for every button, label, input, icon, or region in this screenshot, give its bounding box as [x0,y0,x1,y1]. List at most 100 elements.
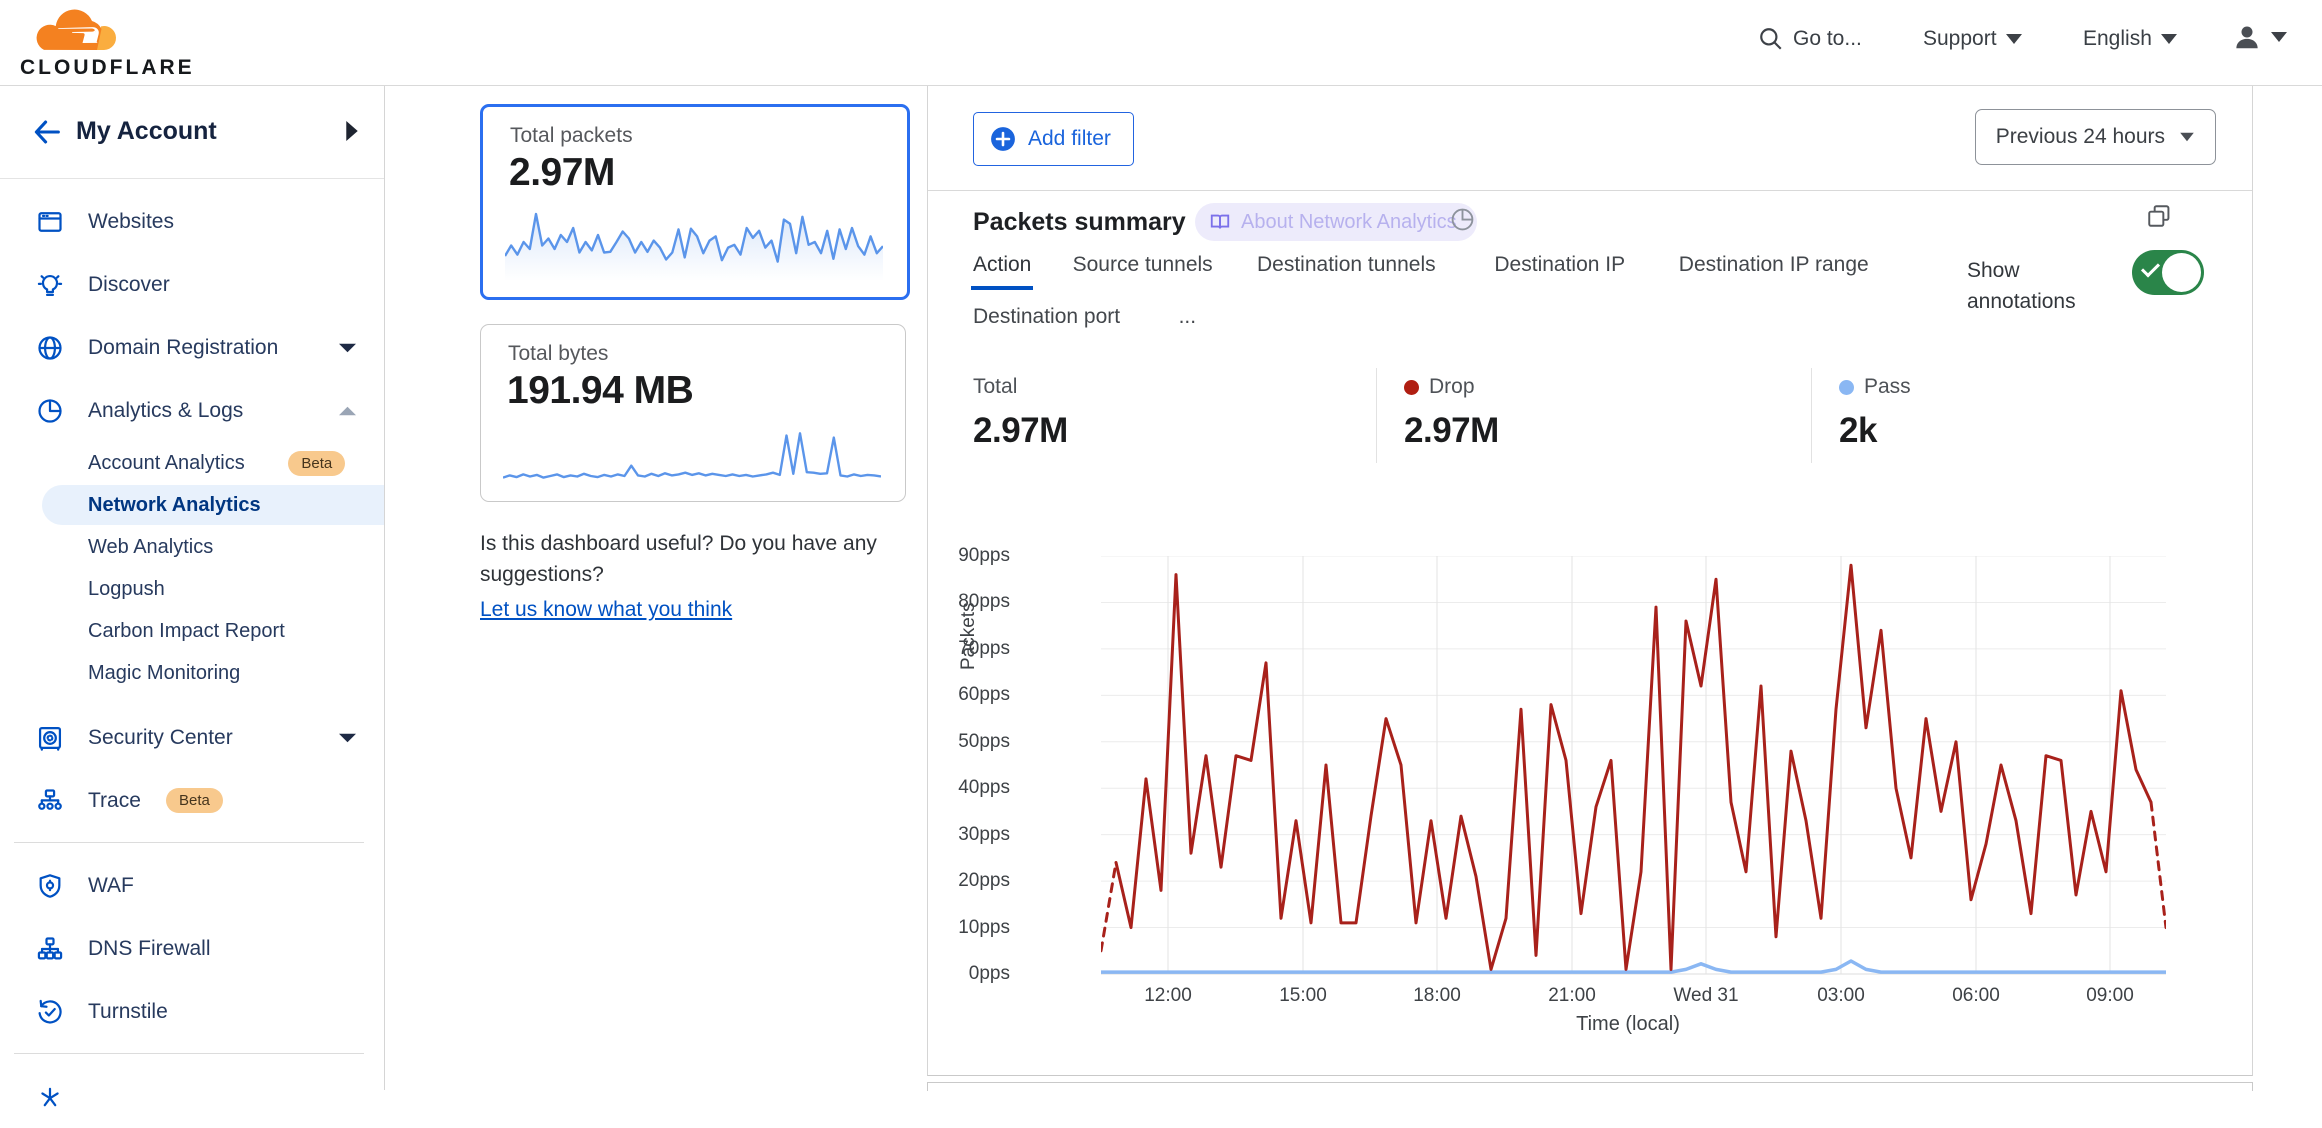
y-tick-label: 30pps [958,824,1010,846]
sidebar-item-partial[interactable] [0,1065,384,1128]
sidebar-item-magic-monitoring[interactable]: Magic Monitoring [0,652,384,694]
x-axis-title: Time (local) [1358,1013,1898,1036]
x-tick-label: 18:00 [1413,985,1461,1007]
stat-divider [1376,368,1377,463]
about-network-analytics-pill[interactable]: About Network Analytics [1195,203,1477,241]
y-tick-label: 90pps [958,545,1010,567]
card-value: 191.94 MB [507,369,693,413]
pie-chart-icon[interactable] [1450,207,1475,232]
y-tick-label: 70pps [958,638,1010,660]
lightbulb-icon [36,271,64,299]
tab--[interactable]: ... [1179,305,1197,329]
sidebar-item-security-center[interactable]: Security Center [0,706,384,769]
add-filter-button[interactable]: Add filter [973,112,1134,166]
account-title: My Account [76,117,217,146]
total-bytes-card[interactable]: Total bytes 191.94 MB [480,324,906,502]
feedback-block: Is this dashboard useful? Do you have an… [480,528,916,625]
chevron-up-icon [339,405,356,417]
pie-icon [36,397,64,425]
total-packets-card[interactable]: Total packets 2.97M [480,104,910,300]
sidebar-item-analytics-logs[interactable]: Analytics & Logs [0,379,384,442]
sidebar-item-label: Trace [88,789,141,813]
sidebar-item-label: Logpush [88,578,165,601]
feedback-link[interactable]: Let us know what you think [480,594,732,625]
chevron-right-icon[interactable] [344,121,360,141]
expand-icon[interactable] [2146,203,2172,229]
legend-dot-icon [1839,380,1854,395]
y-tick-label: 20pps [958,870,1010,892]
sidebar-item-account-analytics[interactable]: Account Analytics Beta [0,442,384,484]
time-range-dropdown[interactable]: Previous 24 hours [1975,109,2216,165]
sidebar-item-dns-firewall[interactable]: DNS Firewall [0,917,384,980]
goto-search[interactable]: Go to... [1758,26,1862,52]
x-tick-label: 15:00 [1279,985,1327,1007]
tab-destination-tunnels[interactable]: Destination tunnels [1257,253,1436,277]
chevron-down-icon [339,342,356,354]
sidebar-item-carbon-impact-report[interactable]: Carbon Impact Report [0,610,384,652]
sidebar-item-label: Security Center [88,726,233,750]
packets-line-chart[interactable] [1101,556,2166,975]
time-range-label: Previous 24 hours [1996,125,2165,149]
stat-pass: Pass 2k [1839,375,1911,451]
tab-destination-port[interactable]: Destination port [973,305,1120,329]
globe-icon [36,334,64,362]
account-menu[interactable] [2232,22,2287,52]
safe-icon [36,724,64,752]
tree-icon [36,787,64,815]
check-icon [2141,258,2160,277]
annotations-toggle[interactable] [2132,250,2204,295]
sidebar-item-websites[interactable]: Websites [0,190,384,253]
stat-value: 2k [1839,411,1911,451]
cloudflare-cloud-icon [18,8,138,52]
stat-value: 2.97M [1404,411,1499,451]
tab-destination-ip-range[interactable]: Destination IP range [1679,253,1869,277]
sidebar-header: My Account [0,85,384,179]
tab-source-tunnels[interactable]: Source tunnels [1073,253,1213,277]
sidebar-item-turnstile[interactable]: Turnstile [0,980,384,1043]
stat-label: Pass [1839,375,1911,399]
plus-circle-icon [990,126,1016,152]
sidebar-item-discover[interactable]: Discover [0,253,384,316]
card-label: Total bytes [508,342,608,366]
show-annotations-label: Show annotations [1967,255,2087,317]
sidebar-item-label: Network Analytics [88,494,261,517]
sidebar-item-domain-registration[interactable]: Domain Registration [0,316,384,379]
sidebar-item-logpush[interactable]: Logpush [0,568,384,610]
bytes-sparkline-chart [503,425,881,487]
sidebar-item-network-analytics[interactable]: Network Analytics [0,484,384,526]
analytics-panel: Add filter Previous 24 hours Packets sum… [927,85,2253,1076]
feedback-text: Is this dashboard useful? Do you have an… [480,532,877,586]
stat-label: Drop [1404,375,1499,399]
sidebar-item-web-analytics[interactable]: Web Analytics [0,526,384,568]
support-menu[interactable]: Support [1923,27,2022,51]
chevron-down-icon [2271,32,2287,42]
user-icon [2232,22,2262,52]
section-title: Packets summary [973,208,1186,237]
sidebar-item-label: Account Analytics [88,452,245,475]
cloudflare-logo[interactable]: CLOUDFLARE [18,8,188,78]
back-arrow-icon[interactable] [30,115,64,149]
y-tick-label: 80pps [958,591,1010,613]
toggle-knob [2162,253,2201,292]
sidebar-item-label: Turnstile [88,1000,168,1024]
sidebar-item-trace[interactable]: Trace Beta [0,769,384,832]
sidebar-item-label: Carbon Impact Report [88,620,285,643]
divider [928,190,2252,191]
shield-icon [36,872,64,900]
sidebar-item-label: Domain Registration [88,336,278,360]
sidebar-item-label: Analytics & Logs [88,399,243,423]
language-label: English [2083,27,2152,51]
beta-badge: Beta [166,788,223,813]
browser-icon [36,208,64,236]
beta-badge: Beta [288,451,345,476]
support-label: Support [1923,27,1997,51]
card-value: 2.97M [509,151,615,195]
tab-action[interactable]: Action [973,253,1031,277]
burst-icon [36,1083,64,1111]
sidebar-item-waf[interactable]: WAF [0,854,384,917]
tab-destination-ip[interactable]: Destination IP [1494,253,1625,277]
language-menu[interactable]: English [2083,27,2177,51]
sidebar-item-label: Discover [88,273,170,297]
legend-dot-icon [1404,380,1419,395]
sidebar-item-label: Magic Monitoring [88,662,240,685]
